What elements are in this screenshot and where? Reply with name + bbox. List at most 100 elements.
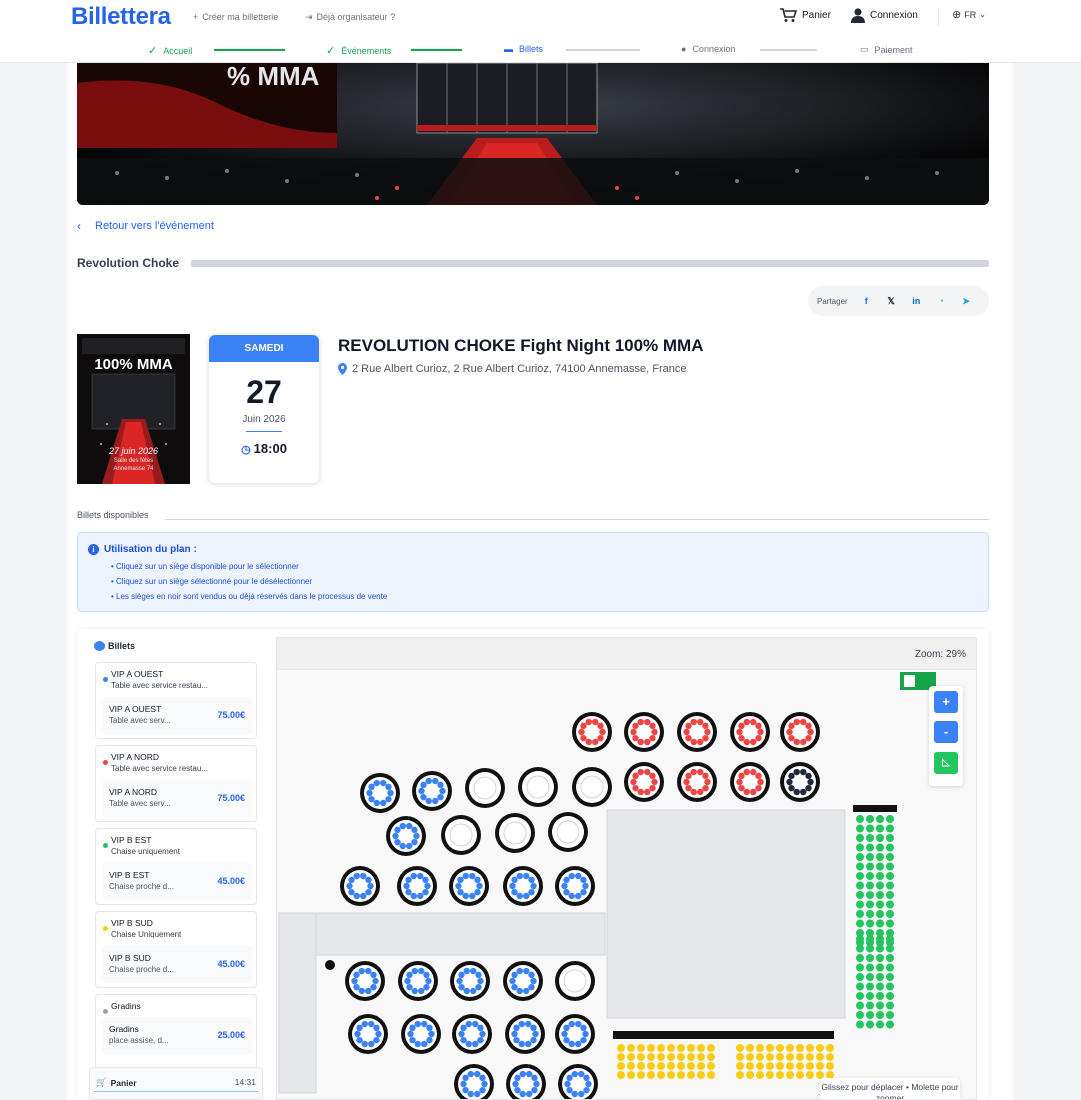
chair-seat-est[interactable] xyxy=(876,1011,884,1019)
chair-seat-sud[interactable] xyxy=(756,1053,764,1061)
chair-seat-sud[interactable] xyxy=(687,1062,695,1070)
table-seat[interactable] xyxy=(597,722,604,730)
chair-seat-sud[interactable] xyxy=(697,1062,705,1070)
chair-seat-sud[interactable] xyxy=(826,1053,834,1061)
table-seat[interactable] xyxy=(757,778,764,786)
chair-seat-est[interactable] xyxy=(856,891,864,899)
table-seat[interactable] xyxy=(411,987,418,995)
table-seat[interactable] xyxy=(530,1036,537,1044)
chair-seat-est[interactable] xyxy=(886,1020,894,1029)
table-seat[interactable] xyxy=(474,1090,481,1098)
table-seat[interactable] xyxy=(786,778,793,786)
chair-seat-sud[interactable] xyxy=(687,1071,695,1079)
table-seat[interactable] xyxy=(422,876,429,884)
chair-seat-est[interactable] xyxy=(856,954,864,962)
table-seat[interactable] xyxy=(380,779,387,787)
chair-seat-sud[interactable] xyxy=(697,1071,705,1079)
chair-seat-sud[interactable] xyxy=(766,1071,774,1079)
chair-seat-est[interactable] xyxy=(876,862,884,871)
table-seat[interactable] xyxy=(632,784,639,792)
chair-seat-est[interactable] xyxy=(886,843,894,852)
chair-seat-est[interactable] xyxy=(856,963,864,972)
vip-table-center[interactable] xyxy=(563,969,587,993)
table-seat[interactable] xyxy=(423,983,430,991)
chair-seat-est[interactable] xyxy=(866,935,874,943)
chair-seat-est[interactable] xyxy=(886,944,894,953)
chair-seat-sud[interactable] xyxy=(796,1062,804,1070)
table-seat[interactable] xyxy=(472,1020,479,1028)
table-seat[interactable] xyxy=(644,718,651,726)
table-seat[interactable] xyxy=(475,983,482,991)
table-seat[interactable] xyxy=(366,789,373,797)
chair-seat-est[interactable] xyxy=(866,1011,874,1019)
chair-seat-est[interactable] xyxy=(856,881,864,890)
table-seat[interactable] xyxy=(411,838,418,846)
chair-seat-est[interactable] xyxy=(886,973,894,981)
table-seat[interactable] xyxy=(805,784,812,792)
table-seat[interactable] xyxy=(418,787,425,795)
chair-seat-sud[interactable] xyxy=(687,1053,695,1061)
chair-seat-sud[interactable] xyxy=(806,1062,814,1070)
chair-seat-sud[interactable] xyxy=(766,1053,774,1061)
table-seat[interactable] xyxy=(750,788,757,796)
table-seat[interactable] xyxy=(644,738,651,746)
table-seat[interactable] xyxy=(580,734,587,742)
chair-seat-sud[interactable] xyxy=(617,1053,625,1061)
chair-seat-sud[interactable] xyxy=(776,1062,784,1070)
table-seat[interactable] xyxy=(649,722,656,730)
chair-seat-sud[interactable] xyxy=(806,1053,814,1061)
table-seat[interactable] xyxy=(465,1020,472,1028)
table-seat[interactable] xyxy=(361,1040,368,1048)
table-seat[interactable] xyxy=(697,768,704,776)
table-seat[interactable] xyxy=(743,788,750,796)
table-seat[interactable] xyxy=(411,826,418,834)
table-seat[interactable] xyxy=(704,728,711,736)
chair-seat-est[interactable] xyxy=(866,1020,874,1029)
table-seat[interactable] xyxy=(358,967,365,975)
table-seat[interactable] xyxy=(755,772,762,780)
cart-link[interactable]: Panier xyxy=(780,8,831,23)
chair-seat-est[interactable] xyxy=(876,992,884,1000)
table-seat[interactable] xyxy=(755,784,762,792)
chair-seat-sud[interactable] xyxy=(697,1044,705,1052)
chair-seat-sud[interactable] xyxy=(627,1044,635,1052)
chair-seat-est[interactable] xyxy=(876,910,884,918)
table-seat[interactable] xyxy=(373,1036,380,1044)
table-seat[interactable] xyxy=(460,1036,467,1044)
table-seat[interactable] xyxy=(575,1020,582,1028)
table-seat[interactable] xyxy=(578,728,585,736)
table-seat[interactable] xyxy=(353,983,360,991)
chair-seat-est[interactable] xyxy=(856,973,864,981)
chair-seat-sud[interactable] xyxy=(746,1053,754,1061)
chair-seat-sud[interactable] xyxy=(637,1062,645,1070)
table-seat[interactable] xyxy=(370,983,377,991)
table-seat[interactable] xyxy=(533,1080,540,1088)
table-seat[interactable] xyxy=(409,1024,416,1032)
table-seat[interactable] xyxy=(409,1036,416,1044)
table-seat[interactable] xyxy=(800,768,807,776)
table-seat[interactable] xyxy=(800,738,807,746)
table-seat[interactable] xyxy=(528,983,535,991)
table-seat[interactable] xyxy=(592,738,599,746)
chair-seat-sud[interactable] xyxy=(667,1071,675,1079)
chair-seat-est[interactable] xyxy=(886,900,894,909)
chair-seat-sud[interactable] xyxy=(816,1044,824,1052)
table-seat[interactable] xyxy=(455,882,462,890)
chair-seat-est[interactable] xyxy=(876,815,884,823)
chair-seat-est[interactable] xyxy=(886,982,894,991)
table-seat[interactable] xyxy=(523,872,530,880)
vip-table-center[interactable] xyxy=(580,775,604,799)
chair-seat-sud[interactable] xyxy=(796,1053,804,1061)
chair-seat-sud[interactable] xyxy=(736,1071,744,1079)
table-seat[interactable] xyxy=(685,722,692,730)
table-seat[interactable] xyxy=(421,1020,428,1028)
table-seat[interactable] xyxy=(651,778,658,786)
table-seat[interactable] xyxy=(469,872,476,880)
table-seat[interactable] xyxy=(697,738,704,746)
chair-seat-est[interactable] xyxy=(886,815,894,823)
table-seat[interactable] xyxy=(630,778,637,786)
table-seat[interactable] xyxy=(387,789,394,797)
table-seat[interactable] xyxy=(564,1080,571,1088)
table-seat[interactable] xyxy=(457,888,464,896)
table-seat[interactable] xyxy=(563,1024,570,1032)
